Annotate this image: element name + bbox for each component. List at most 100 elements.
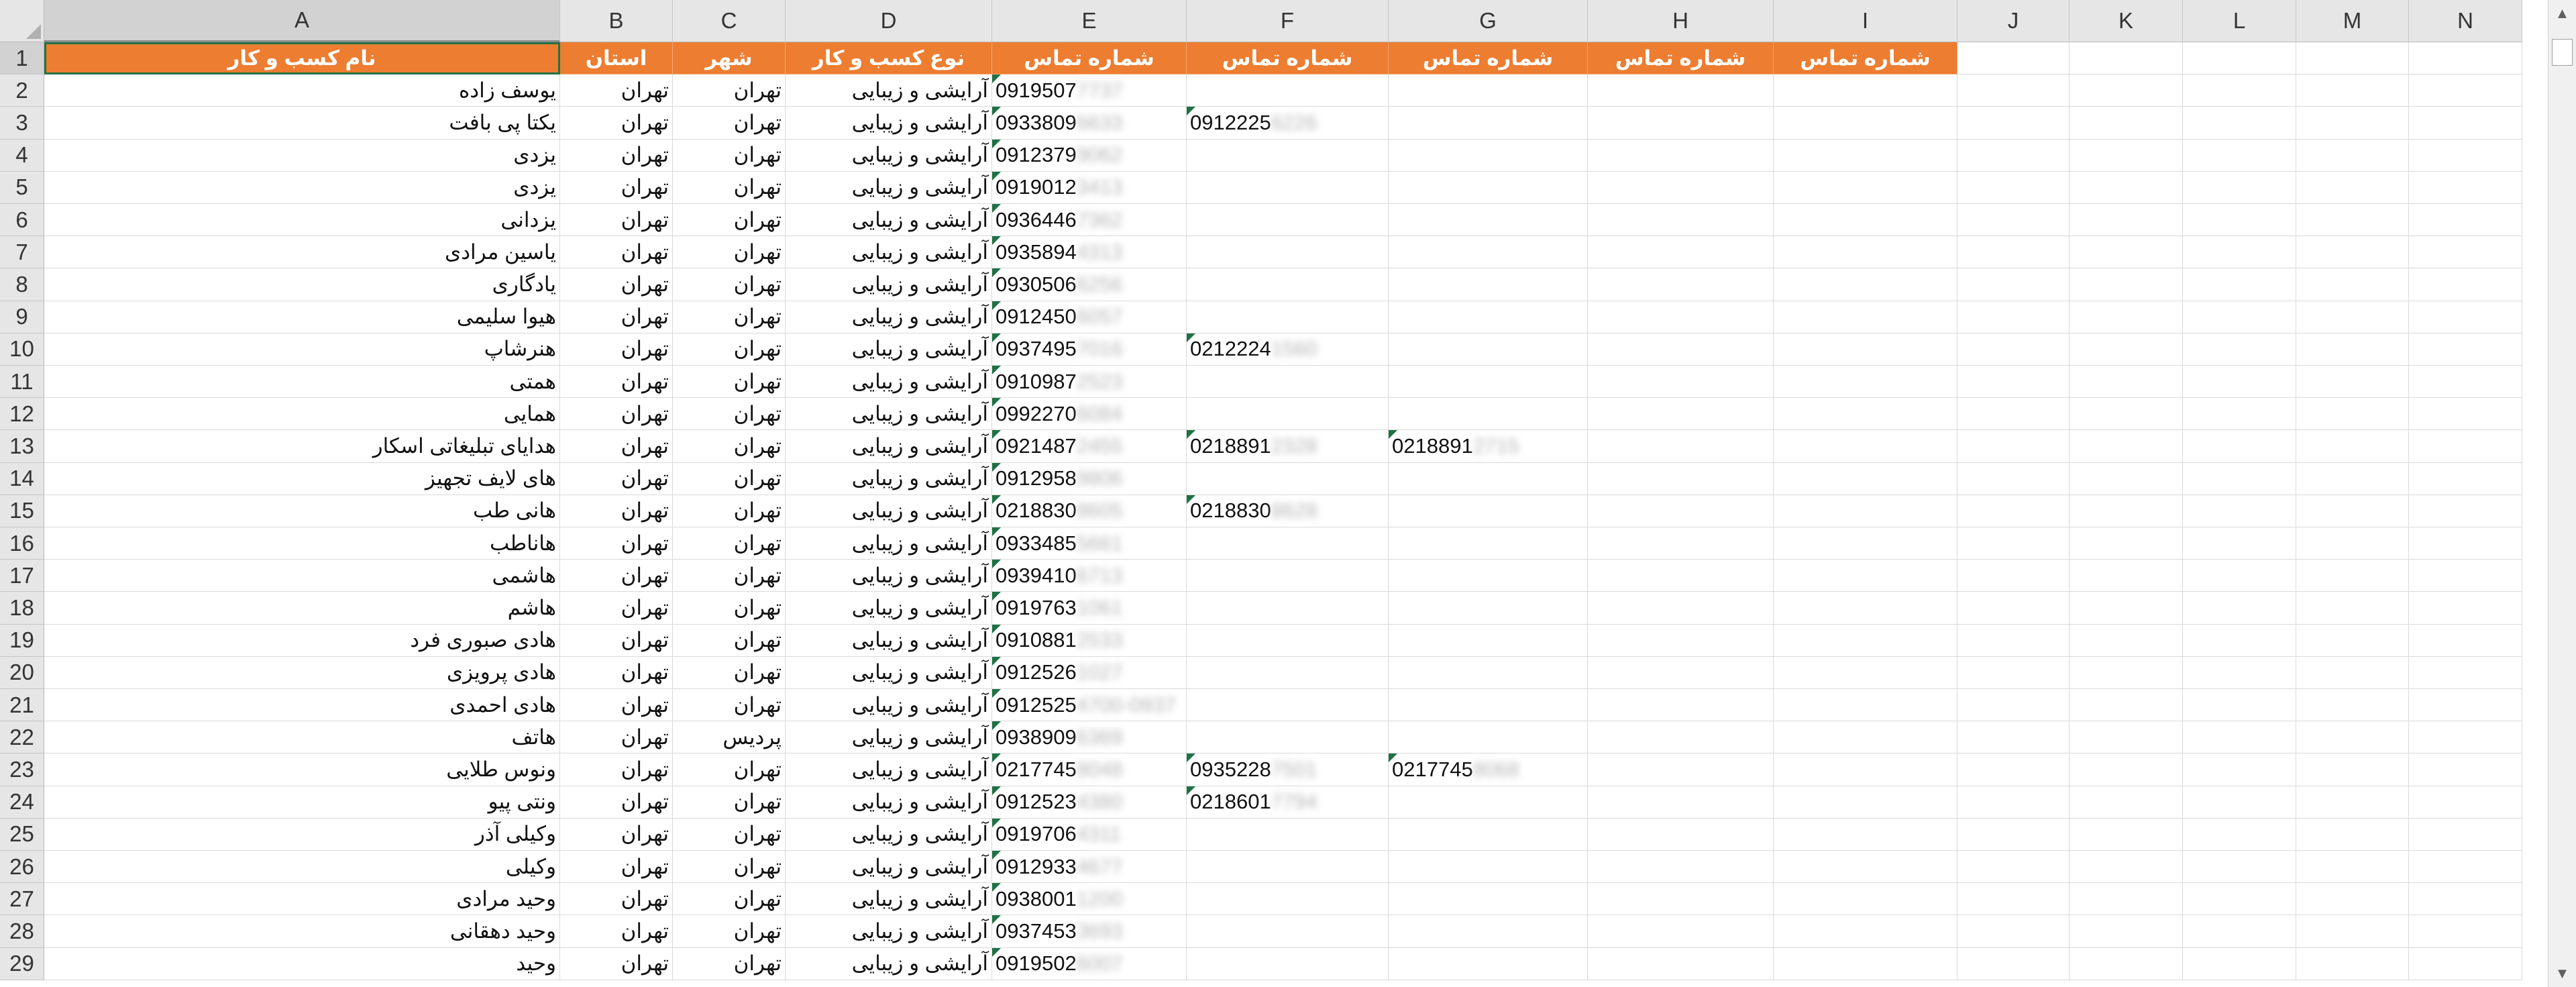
business-type-cell[interactable]: آرایشی و زیبایی: [786, 301, 992, 333]
phone-cell-e[interactable]: 0218830 8605: [992, 495, 1187, 527]
empty-cell[interactable]: [1588, 656, 1774, 689]
row-header-25[interactable]: 25: [0, 818, 44, 851]
number-as-text-indicator-icon[interactable]: [992, 74, 1001, 84]
empty-cell[interactable]: [1774, 786, 1957, 819]
business-type-cell[interactable]: آرایشی و زیبایی: [786, 560, 992, 592]
phone-cell-e[interactable]: 0930506 6256: [992, 268, 1187, 301]
header-cell-f[interactable]: شماره تماس: [1187, 42, 1389, 75]
province-cell[interactable]: تهران: [560, 560, 673, 592]
empty-cell[interactable]: [1588, 301, 1774, 333]
empty-cell[interactable]: [2070, 171, 2183, 204]
empty-cell[interactable]: [2296, 139, 2409, 172]
empty-cell[interactable]: [1957, 171, 2070, 204]
province-cell[interactable]: تهران: [560, 754, 673, 786]
phone-cell-e[interactable]: 0937495 7016: [992, 333, 1187, 366]
empty-cell[interactable]: [1957, 527, 2070, 560]
empty-cell[interactable]: [2183, 721, 2296, 754]
row-header-26[interactable]: 26: [0, 851, 44, 884]
business-name-cell[interactable]: هادی احمدی: [44, 689, 560, 722]
empty-cell[interactable]: [1389, 560, 1588, 592]
business-type-cell[interactable]: آرایشی و زیبایی: [786, 851, 992, 884]
empty-cell[interactable]: [2183, 74, 2296, 107]
empty-cell[interactable]: [2409, 430, 2522, 463]
empty-cell[interactable]: [2183, 107, 2296, 140]
header-cell-d[interactable]: نوع کسب و کار: [786, 42, 992, 75]
empty-cell[interactable]: [1774, 74, 1957, 107]
empty-cell[interactable]: [1389, 592, 1588, 625]
business-name-cell[interactable]: وکیلی آذر: [44, 818, 560, 851]
empty-cell[interactable]: [1957, 398, 2070, 431]
province-cell[interactable]: تهران: [560, 366, 673, 399]
column-header-c[interactable]: C: [673, 0, 786, 42]
row-header-20[interactable]: 20: [0, 656, 44, 689]
empty-cell[interactable]: [2409, 560, 2522, 592]
chevron-down-icon[interactable]: ▼: [2548, 960, 2576, 987]
empty-cell[interactable]: [1389, 139, 1588, 172]
empty-cell[interactable]: [1957, 139, 2070, 172]
phone-cell-g[interactable]: 0217745 8068: [1389, 754, 1588, 786]
business-name-cell[interactable]: هدایای تبلیغاتی اسکار: [44, 430, 560, 463]
empty-cell[interactable]: [2409, 462, 2522, 495]
city-cell[interactable]: تهران: [673, 268, 786, 301]
business-name-cell[interactable]: یزدی: [44, 139, 560, 172]
row-header-18[interactable]: 18: [0, 592, 44, 625]
business-name-cell[interactable]: هاناطب: [44, 527, 560, 560]
empty-cell[interactable]: [2296, 883, 2409, 916]
empty-cell[interactable]: [1957, 754, 2070, 786]
empty-cell[interactable]: [1774, 851, 1957, 884]
city-cell[interactable]: تهران: [673, 754, 786, 786]
empty-cell[interactable]: [1187, 560, 1389, 592]
phone-cell-f[interactable]: 0212224 1560: [1187, 333, 1389, 366]
row-header-6[interactable]: 6: [0, 204, 44, 237]
empty-cell[interactable]: [1774, 171, 1957, 204]
number-as-text-indicator-icon[interactable]: [1389, 430, 1397, 439]
row-header-11[interactable]: 11: [0, 366, 44, 399]
empty-cell[interactable]: [1389, 107, 1588, 140]
empty-cell[interactable]: [2183, 689, 2296, 722]
number-as-text-indicator-icon[interactable]: [992, 398, 1001, 407]
empty-cell[interactable]: [2296, 107, 2409, 140]
business-type-cell[interactable]: آرایشی و زیبایی: [786, 915, 992, 948]
empty-cell[interactable]: [2183, 592, 2296, 625]
city-cell[interactable]: تهران: [673, 301, 786, 333]
business-name-cell[interactable]: وحید مرادی: [44, 883, 560, 916]
empty-cell[interactable]: [1389, 656, 1588, 689]
row-header-14[interactable]: 14: [0, 462, 44, 495]
empty-cell[interactable]: [1187, 139, 1389, 172]
empty-cell[interactable]: [2409, 204, 2522, 237]
province-cell[interactable]: تهران: [560, 721, 673, 754]
number-as-text-indicator-icon[interactable]: [1187, 754, 1195, 763]
province-cell[interactable]: تهران: [560, 171, 673, 204]
empty-cell[interactable]: [1774, 689, 1957, 722]
row-header-22[interactable]: 22: [0, 721, 44, 754]
empty-cell[interactable]: [2183, 301, 2296, 333]
empty-cell[interactable]: [2409, 624, 2522, 657]
empty-cell[interactable]: [1957, 204, 2070, 237]
city-cell[interactable]: تهران: [673, 236, 786, 269]
empty-cell[interactable]: [1774, 333, 1957, 366]
phone-cell-e[interactable]: 0919706 4311: [992, 818, 1187, 851]
business-type-cell[interactable]: آرایشی و زیبایی: [786, 527, 992, 560]
business-name-cell[interactable]: وحید دهقانی: [44, 915, 560, 948]
phone-cell-e[interactable]: 0217745 8048: [992, 754, 1187, 786]
empty-cell[interactable]: [1588, 624, 1774, 657]
empty-cell[interactable]: [2183, 204, 2296, 237]
row-header-1[interactable]: 1: [0, 42, 44, 75]
empty-cell[interactable]: [1389, 74, 1588, 107]
empty-cell[interactable]: [2296, 754, 2409, 786]
column-header-k[interactable]: K: [2070, 0, 2183, 42]
empty-cell[interactable]: [2070, 851, 2183, 884]
row-header-28[interactable]: 28: [0, 915, 44, 948]
empty-cell[interactable]: [1187, 721, 1389, 754]
empty-cell[interactable]: [2183, 430, 2296, 463]
row-header-19[interactable]: 19: [0, 624, 44, 657]
empty-cell[interactable]: [2296, 333, 2409, 366]
empty-cell[interactable]: [1588, 462, 1774, 495]
business-name-cell[interactable]: وحید: [44, 947, 560, 980]
empty-cell[interactable]: [1957, 883, 2070, 916]
empty-cell[interactable]: [2070, 689, 2183, 722]
business-name-cell[interactable]: یزدانی: [44, 204, 560, 237]
province-cell[interactable]: تهران: [560, 462, 673, 495]
empty-cell[interactable]: [1187, 204, 1389, 237]
empty-cell[interactable]: [1774, 268, 1957, 301]
